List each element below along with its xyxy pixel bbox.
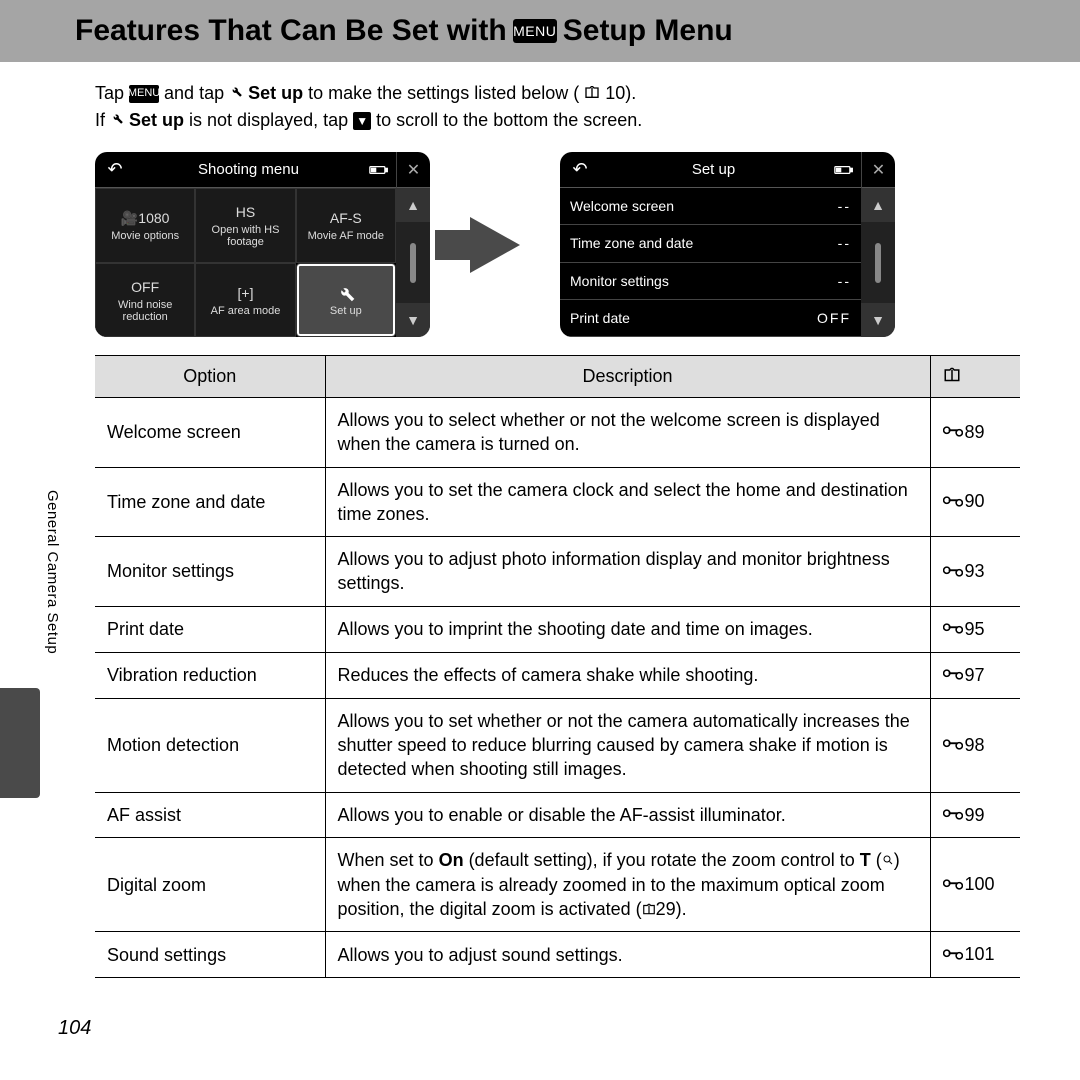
opt-cell: Vibration reduction (95, 652, 325, 698)
lcd-title: Set up (600, 161, 827, 178)
arrow-right-icon (470, 217, 520, 273)
title-post: Setup Menu (563, 14, 733, 48)
ref-cell: 93 (930, 537, 1020, 607)
reference-icon (943, 668, 963, 681)
scroll-down-icon[interactable]: ▼ (861, 303, 895, 337)
opt-cell: AF assist (95, 792, 325, 838)
menu-cell[interactable]: HSOpen with HS footage (195, 188, 295, 263)
table-row: Vibration reductionReduces the effects o… (95, 652, 1020, 698)
setup-row[interactable]: Print dateOFF (560, 300, 861, 337)
opt-cell: Motion detection (95, 698, 325, 792)
scrollbar[interactable] (861, 222, 895, 303)
ref-cell: 97 (930, 652, 1020, 698)
table-row: Motion detectionAllows you to set whethe… (95, 698, 1020, 792)
scrollbar[interactable] (396, 222, 430, 303)
ref-cell: 90 (930, 467, 1020, 537)
book-icon (584, 80, 600, 107)
scroll-up-icon[interactable]: ▲ (396, 188, 430, 222)
desc-cell: Allows you to enable or disable the AF-a… (325, 792, 930, 838)
page-title-bar: Features That Can Be Set with MENU Setup… (0, 0, 1080, 62)
menu-cell[interactable]: AF-SMovie AF mode (296, 188, 396, 263)
ref-cell: 100 (930, 838, 1020, 932)
ref-cell: 95 (930, 606, 1020, 652)
setup-row[interactable]: Monitor settings-- (560, 263, 861, 300)
section-label: General Camera Setup (44, 490, 61, 654)
opt-cell: Time zone and date (95, 467, 325, 537)
title-pre: Features That Can Be Set with (75, 14, 507, 48)
reference-icon (943, 622, 963, 635)
desc-cell: Allows you to select whether or not the … (325, 398, 930, 468)
wrench-icon (110, 107, 124, 134)
opt-cell: Welcome screen (95, 398, 325, 468)
back-icon[interactable]: ↶ (560, 159, 600, 180)
reference-icon (943, 878, 963, 891)
setup-row[interactable]: Welcome screen-- (560, 188, 861, 225)
back-icon[interactable]: ↶ (95, 159, 135, 180)
desc-cell: Allows you to set whether or not the cam… (325, 698, 930, 792)
ref-cell: 98 (930, 698, 1020, 792)
table-row: AF assistAllows you to enable or disable… (95, 792, 1020, 838)
opt-cell: Monitor settings (95, 537, 325, 607)
ref-cell: 99 (930, 792, 1020, 838)
menu-cell[interactable]: 🎥1080Movie options (95, 188, 195, 263)
down-arrow-icon: ▼ (353, 112, 371, 130)
table-row: Welcome screenAllows you to select wheth… (95, 398, 1020, 468)
reference-icon (943, 738, 963, 751)
screenshots-row: ↶ Shooting menu ✕ 🎥1080Movie optionsHSOp… (0, 144, 1080, 355)
desc-cell: Allows you to adjust sound settings. (325, 932, 930, 978)
desc-cell: Allows you to set the camera clock and s… (325, 467, 930, 537)
ref-cell: 89 (930, 398, 1020, 468)
opt-cell: Digital zoom (95, 838, 325, 932)
intro-text: Tap MENU and tap Set up to make the sett… (0, 62, 1080, 144)
wrench-icon (229, 80, 243, 107)
menu-icon: MENU (129, 85, 159, 103)
opt-cell: Print date (95, 606, 325, 652)
setup-row[interactable]: Time zone and date-- (560, 225, 861, 262)
lcd-title: Shooting menu (135, 161, 362, 178)
scroll-up-icon[interactable]: ▲ (861, 188, 895, 222)
options-table: Option Description Welcome screenAllows … (0, 355, 1080, 978)
table-row: Monitor settingsAllows you to adjust pho… (95, 537, 1020, 607)
col-description: Description (325, 356, 930, 398)
menu-cell[interactable]: OFFWind noise reduction (95, 263, 195, 338)
desc-cell: Allows you to imprint the shooting date … (325, 606, 930, 652)
reference-icon (943, 948, 963, 961)
ref-cell: 101 (930, 932, 1020, 978)
table-row: Digital zoomWhen set to On (default sett… (95, 838, 1020, 932)
table-row: Time zone and dateAllows you to set the … (95, 467, 1020, 537)
opt-cell: Sound settings (95, 932, 325, 978)
desc-cell: Reduces the effects of camera shake whil… (325, 652, 930, 698)
menu-cell[interactable]: [+]AF area mode (195, 263, 295, 338)
table-row: Sound settingsAllows you to adjust sound… (95, 932, 1020, 978)
desc-cell: Allows you to adjust photo information d… (325, 537, 930, 607)
battery-icon (827, 164, 861, 176)
desc-cell: When set to On (default setting), if you… (325, 838, 930, 932)
col-option: Option (95, 356, 325, 398)
menu-icon: MENU (513, 19, 557, 43)
close-icon[interactable]: ✕ (396, 152, 430, 188)
page-number: 104 (58, 1017, 91, 1040)
table-row: Print dateAllows you to imprint the shoo… (95, 606, 1020, 652)
reference-icon (943, 495, 963, 508)
section-tab (0, 688, 40, 798)
col-reference (930, 356, 1020, 398)
page-title: Features That Can Be Set with MENU Setup… (75, 14, 1040, 48)
battery-icon (362, 164, 396, 176)
menu-cell[interactable]: Set up (296, 263, 396, 338)
lcd-setup-menu: ↶ Set up ✕ Welcome screen--Time zone and… (560, 152, 895, 337)
scroll-down-icon[interactable]: ▼ (396, 303, 430, 337)
close-icon[interactable]: ✕ (861, 152, 895, 188)
reference-icon (943, 425, 963, 438)
reference-icon (943, 808, 963, 821)
reference-icon (943, 565, 963, 578)
lcd-shooting-menu: ↶ Shooting menu ✕ 🎥1080Movie optionsHSOp… (95, 152, 430, 337)
